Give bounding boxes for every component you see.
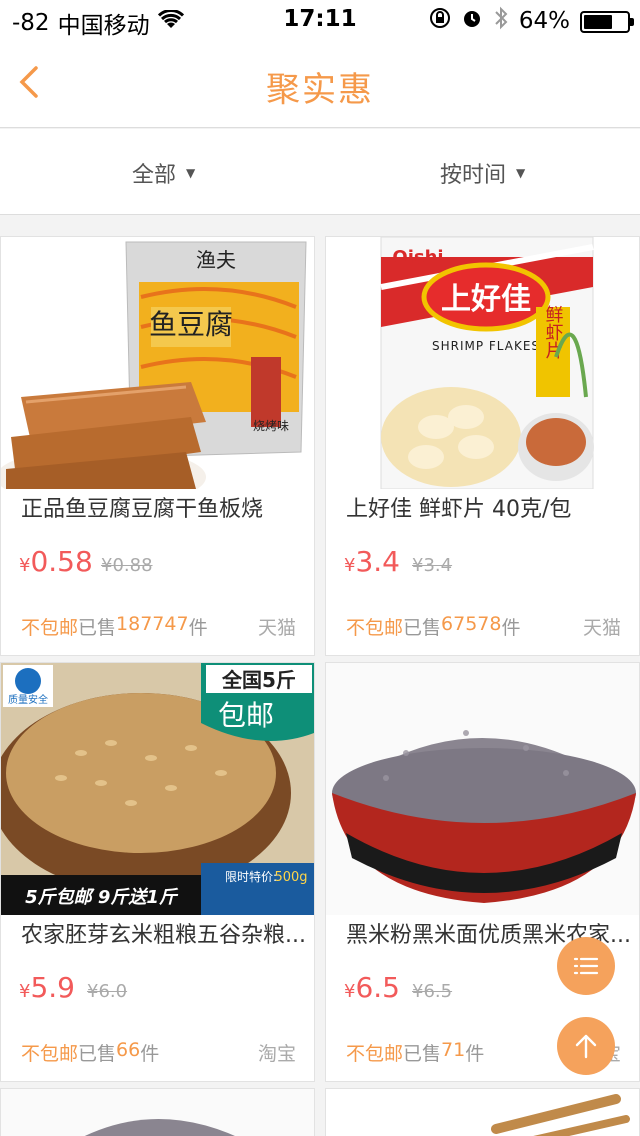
product-image-brown-rice: 质量安全 全国5斤 包邮 5斤包邮 9斤送1斤 限时特价: 500g (1, 663, 314, 915)
bluetooth-icon (493, 6, 509, 36)
alarm-icon (461, 7, 483, 35)
product-image-partial (1, 1089, 314, 1136)
product-image-partial (326, 1089, 639, 1136)
product-image-fish-tofu: 鱼豆腐 渔夫 烧烤味 (1, 237, 314, 489)
product-card[interactable]: Oishi 上好佳 SHRIMP FLAKES 鲜虾片 上好佳 鲜虾片 40克/… (325, 236, 640, 656)
quality-badge-text: 质量安全 (8, 693, 48, 706)
sold-prefix: 已售 (403, 617, 442, 639)
product-card[interactable]: 质量安全 全国5斤 包邮 5斤包邮 9斤送1斤 限时特价: 500g 农家胚芽玄… (0, 662, 315, 1082)
product-footer: 不包邮 已售 67578 件 (346, 613, 521, 640)
original-price: ¥0.88 (101, 555, 153, 576)
sold-count: 187747 (116, 613, 189, 635)
promo-banner-text: 5斤包邮 9斤送1斤 (25, 887, 179, 908)
currency-symbol: ¥ (344, 555, 356, 576)
store-label: 淘宝 (257, 1043, 296, 1065)
scroll-to-top-button[interactable] (557, 1017, 615, 1075)
xianxiapian-package-text: 鲜虾片 (543, 305, 564, 359)
shipping-label: 不包邮 (346, 617, 404, 639)
arrow-up-icon (575, 1034, 597, 1059)
original-price: ¥3.4 (412, 555, 453, 576)
filter-bar: 全部 ▼ 按时间 ▼ (0, 129, 640, 215)
weight-text: 500g (274, 870, 307, 885)
product-footer: 不包邮 已售 71 件 (346, 1039, 484, 1066)
price-value: 0.58 (30, 545, 93, 578)
list-icon (573, 957, 599, 975)
flavor-package-text: 烧烤味 (253, 418, 289, 433)
free-shipping-badge-text: 包邮 (218, 699, 274, 732)
category-menu-button[interactable] (557, 937, 615, 995)
battery-percent: 64% (518, 8, 570, 34)
product-footer: 不包邮 已售 66 件 (21, 1039, 159, 1066)
product-footer: 不包邮 已售 187747 件 (21, 613, 208, 640)
limited-price-text: 限时特价: (225, 869, 277, 884)
shipping-label: 不包邮 (21, 1043, 79, 1065)
shipping-label: 不包邮 (21, 617, 79, 639)
product-card[interactable] (0, 1088, 315, 1136)
price-value: 5.9 (30, 971, 75, 1004)
shrimp-flakes-package-text: SHRIMP FLAKES (432, 339, 540, 353)
sold-suffix: 件 (140, 1043, 160, 1065)
category-filter-label: 全部 (132, 163, 177, 188)
currency-symbol: ¥ (19, 981, 31, 1002)
sold-suffix: 件 (188, 617, 208, 639)
nationwide-badge-text: 全国5斤 (221, 668, 296, 692)
price-value: 3.4 (355, 545, 400, 578)
product-title: 上好佳 鲜虾片 40克/包 (346, 497, 572, 522)
sold-prefix: 已售 (78, 1043, 117, 1065)
sold-count: 66 (116, 1039, 141, 1061)
original-price: ¥6.0 (87, 981, 128, 1002)
sold-count: 67578 (441, 613, 502, 635)
status-bar: -82 中国移动 17:11 64% (0, 0, 640, 40)
store-label: 天猫 (257, 617, 296, 639)
rotation-lock-icon (429, 7, 451, 35)
product-image-black-rice-flour (326, 663, 639, 915)
sold-suffix: 件 (501, 617, 521, 639)
sold-prefix: 已售 (403, 1043, 442, 1065)
price-value: 6.5 (355, 971, 400, 1004)
product-price: ¥5.9 (19, 971, 75, 1004)
currency-symbol: ¥ (344, 981, 356, 1002)
sort-filter[interactable]: 按时间 ▼ (440, 157, 525, 189)
shanghaojia-logo-text: 上好佳 (441, 282, 531, 317)
brand-package-text: 渔夫 (196, 248, 236, 272)
product-price: ¥3.4 (344, 545, 400, 578)
caret-down-icon: ▼ (186, 166, 196, 180)
status-right: 64% (429, 6, 634, 36)
oishi-logo-text: Oishi (392, 247, 443, 268)
fish-tofu-package-text: 鱼豆腐 (149, 308, 233, 341)
sold-count: 71 (441, 1039, 466, 1061)
currency-symbol: ¥ (19, 555, 31, 576)
product-price: ¥6.5 (344, 971, 400, 1004)
category-filter[interactable]: 全部 ▼ (132, 157, 195, 189)
sort-filter-label: 按时间 (440, 163, 507, 188)
sold-suffix: 件 (465, 1043, 485, 1065)
store-label: 天猫 (582, 617, 621, 639)
product-title: 农家胚芽玄米粗粮五谷杂粮... (21, 923, 306, 948)
original-price: ¥6.5 (412, 981, 453, 1002)
page-title: 聚实惠 (266, 70, 374, 110)
battery-icon (580, 11, 634, 33)
product-image-shrimp-flakes: Oishi 上好佳 SHRIMP FLAKES 鲜虾片 (326, 237, 639, 489)
sold-prefix: 已售 (78, 617, 117, 639)
nav-bar: 聚实惠 (0, 40, 640, 128)
caret-down-icon: ▼ (516, 166, 526, 180)
product-price: ¥0.58 (19, 545, 93, 578)
product-title: 正品鱼豆腐豆腐干鱼板烧 (21, 497, 264, 522)
shipping-label: 不包邮 (346, 1043, 404, 1065)
product-card[interactable]: 鱼豆腐 渔夫 烧烤味 正品鱼豆腐豆腐干鱼板烧 ¥0.58 ¥0.88 不包邮 已… (0, 236, 315, 656)
product-card[interactable] (325, 1088, 640, 1136)
